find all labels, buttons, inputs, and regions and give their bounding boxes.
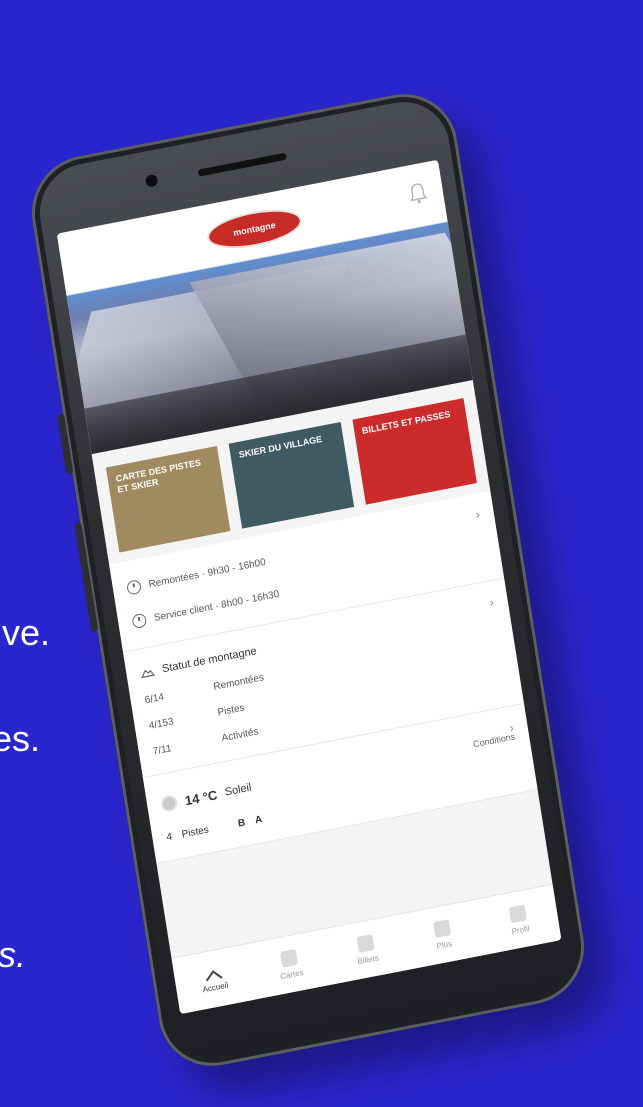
weather-condition: Soleil: [223, 781, 253, 799]
status-value: 7/11: [152, 742, 173, 758]
bell-icon[interactable]: [407, 181, 428, 206]
tab-label: Plus: [435, 938, 453, 951]
phone-volume-button: [74, 522, 99, 633]
clock-icon: [131, 612, 148, 630]
tab-label: Cartes: [279, 967, 305, 981]
app-logo[interactable]: montagne: [204, 203, 305, 255]
phone-camera: [144, 173, 159, 188]
logo-text: montagne: [232, 219, 277, 239]
chevron-right-icon: ›: [508, 720, 515, 736]
tab-profile[interactable]: Profil: [476, 885, 561, 955]
sun-icon: [160, 794, 179, 813]
trails-count: 4: [165, 831, 173, 844]
tab-label: Billets: [356, 952, 380, 966]
tile-village[interactable]: SKIER DU VILLAGE: [229, 422, 354, 529]
tab-home[interactable]: Accueil: [172, 944, 257, 1014]
chevron-right-icon: ›: [488, 595, 495, 610]
phone-speaker: [197, 152, 287, 177]
conditions-link[interactable]: Conditions: [472, 731, 515, 749]
phone-mockup: montagne CARTE DES PISTES ET SKIER SKIER…: [23, 84, 593, 1076]
status-label: Activités: [220, 725, 260, 744]
tile-label: SKIER DU VILLAGE: [238, 433, 323, 460]
tab-tickets[interactable]: Billets: [324, 914, 409, 984]
phone-side-button: [57, 413, 74, 475]
map-icon: [280, 948, 299, 968]
more-icon: [432, 918, 451, 938]
tile-label: CARTE DES PISTES ET SKIER: [115, 457, 202, 495]
temperature: 14 °C: [183, 786, 219, 808]
ticket-icon: [356, 933, 375, 953]
app-screen: montagne CARTE DES PISTES ET SKIER SKIER…: [56, 159, 562, 1015]
promo-text-line-1: ive.: [0, 612, 51, 653]
promo-text-line-2: es.: [0, 718, 41, 759]
tab-label: Profil: [510, 923, 531, 936]
user-icon: [508, 903, 528, 923]
trails-label: Pistes: [180, 823, 210, 841]
chevron-right-icon: ›: [474, 507, 481, 522]
tile-trail-map[interactable]: CARTE DES PISTES ET SKIER: [105, 445, 231, 553]
mountain-icon: [141, 669, 156, 679]
promo-text-line-3: ıs.: [0, 934, 27, 975]
status-label: Pistes: [216, 701, 246, 719]
tab-maps[interactable]: Cartes: [248, 929, 333, 999]
tile-tickets[interactable]: BILLETS ET PASSES: [352, 398, 477, 505]
tile-label: BILLETS ET PASSES: [361, 408, 452, 436]
status-label: Remontées: [212, 671, 265, 693]
trail-grade-a: A: [254, 813, 263, 826]
trail-grade-b: B: [237, 816, 247, 830]
tab-more[interactable]: Plus: [400, 900, 485, 970]
bottom-tab-bar: Accueil Cartes Billets Plus Profil: [171, 883, 562, 1015]
clock-icon: [126, 579, 142, 596]
